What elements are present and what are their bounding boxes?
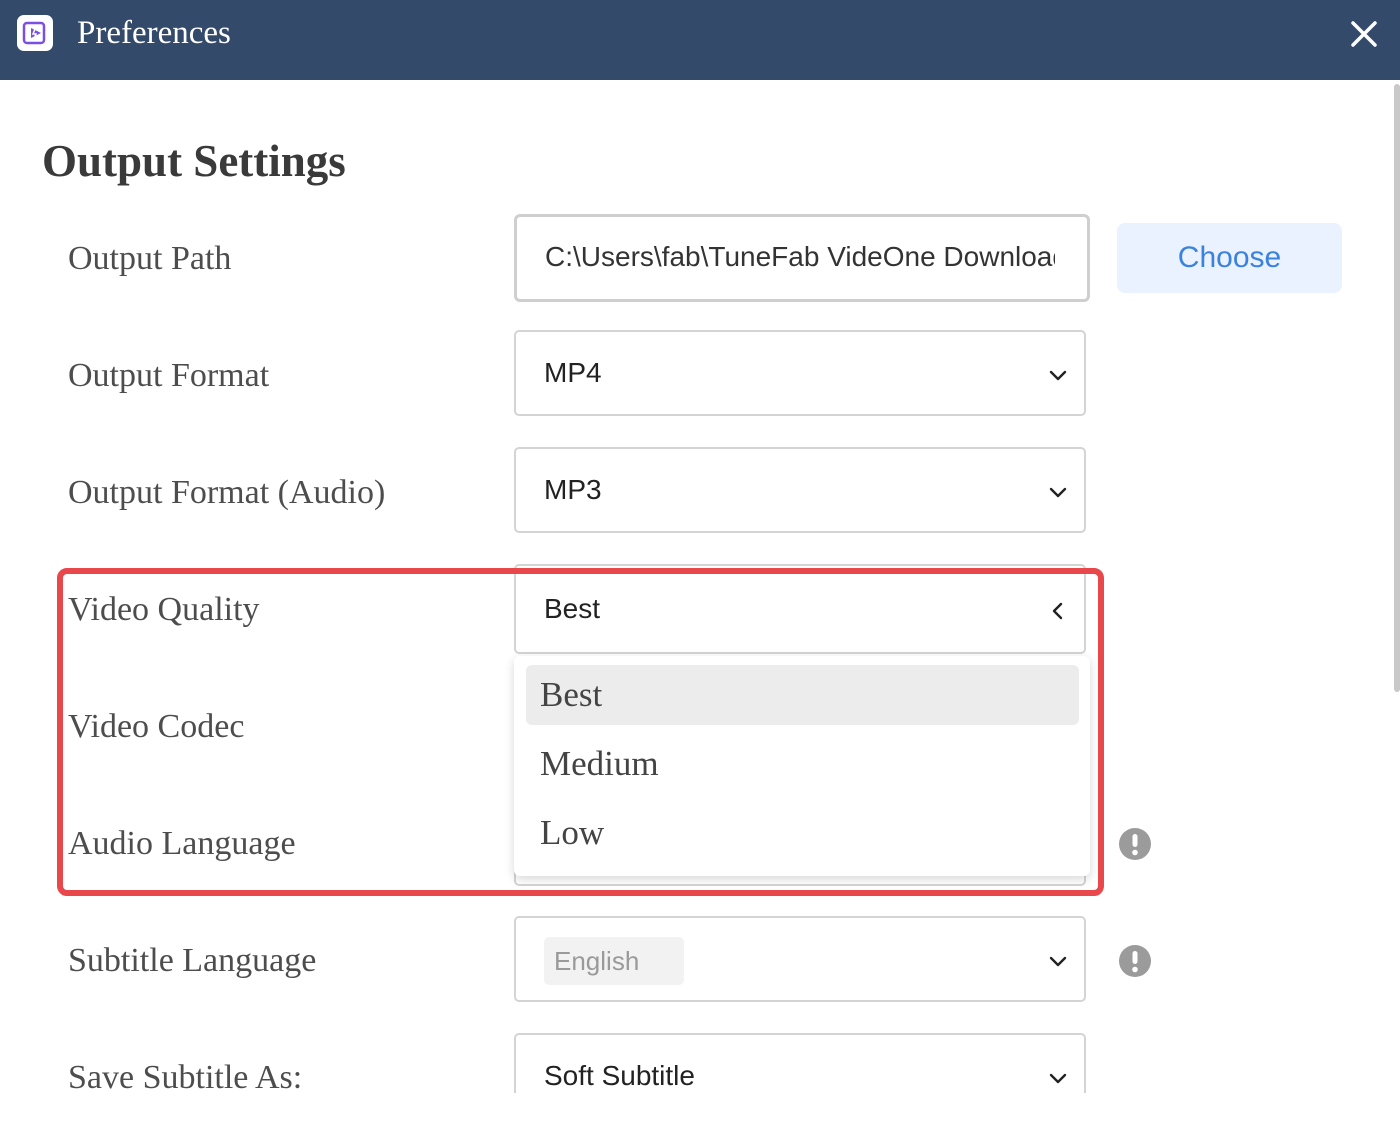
video-quality-label: Video Quality (68, 591, 260, 628)
choose-button[interactable]: Choose (1117, 223, 1342, 293)
output-format-audio-value: MP3 (544, 474, 602, 505)
chevron-down-icon (1049, 1073, 1067, 1084)
output-format-label: Output Format (68, 357, 270, 394)
output-path-label: Output Path (68, 240, 232, 277)
window-title: Preferences (77, 15, 231, 51)
subtitle-language-select[interactable]: English (514, 916, 1086, 1002)
app-logo-icon (17, 15, 53, 51)
chevron-down-icon (1049, 487, 1067, 498)
video-quality-dropdown: Best Medium Low (514, 656, 1090, 876)
close-icon (1351, 21, 1377, 47)
save-subtitle-value: Soft Subtitle (544, 1060, 695, 1091)
output-format-value: MP4 (544, 357, 602, 388)
quality-option-best[interactable]: Best (526, 665, 1079, 725)
scrollbar[interactable] (1394, 84, 1400, 692)
quality-option-low[interactable]: Low (526, 803, 1079, 863)
save-subtitle-label: Save Subtitle As: (68, 1059, 303, 1096)
audio-language-label: Audio Language (68, 825, 296, 862)
section-title: Output Settings (42, 136, 346, 186)
subtitle-language-label: Subtitle Language (68, 942, 317, 979)
output-path-input[interactable] (545, 237, 1055, 277)
output-format-audio-label: Output Format (Audio) (68, 474, 386, 511)
subtitle-language-chip: English (544, 937, 684, 985)
output-path-field[interactable] (514, 214, 1090, 302)
video-quality-select[interactable]: Best (514, 564, 1086, 654)
chevron-down-icon (1049, 370, 1067, 381)
chevron-down-icon (1049, 956, 1067, 967)
info-icon[interactable] (1118, 827, 1152, 861)
close-button[interactable] (1344, 14, 1384, 54)
quality-option-medium[interactable]: Medium (526, 734, 1079, 794)
output-format-select[interactable]: MP4 (514, 330, 1086, 416)
video-codec-label: Video Codec (68, 708, 245, 745)
video-quality-value: Best (544, 593, 601, 624)
output-format-audio-select[interactable]: MP3 (514, 447, 1086, 533)
title-bar: Preferences (0, 0, 1400, 80)
info-icon[interactable] (1118, 944, 1152, 978)
chevron-left-icon (1052, 602, 1063, 620)
bottom-clip (0, 1093, 1400, 1121)
